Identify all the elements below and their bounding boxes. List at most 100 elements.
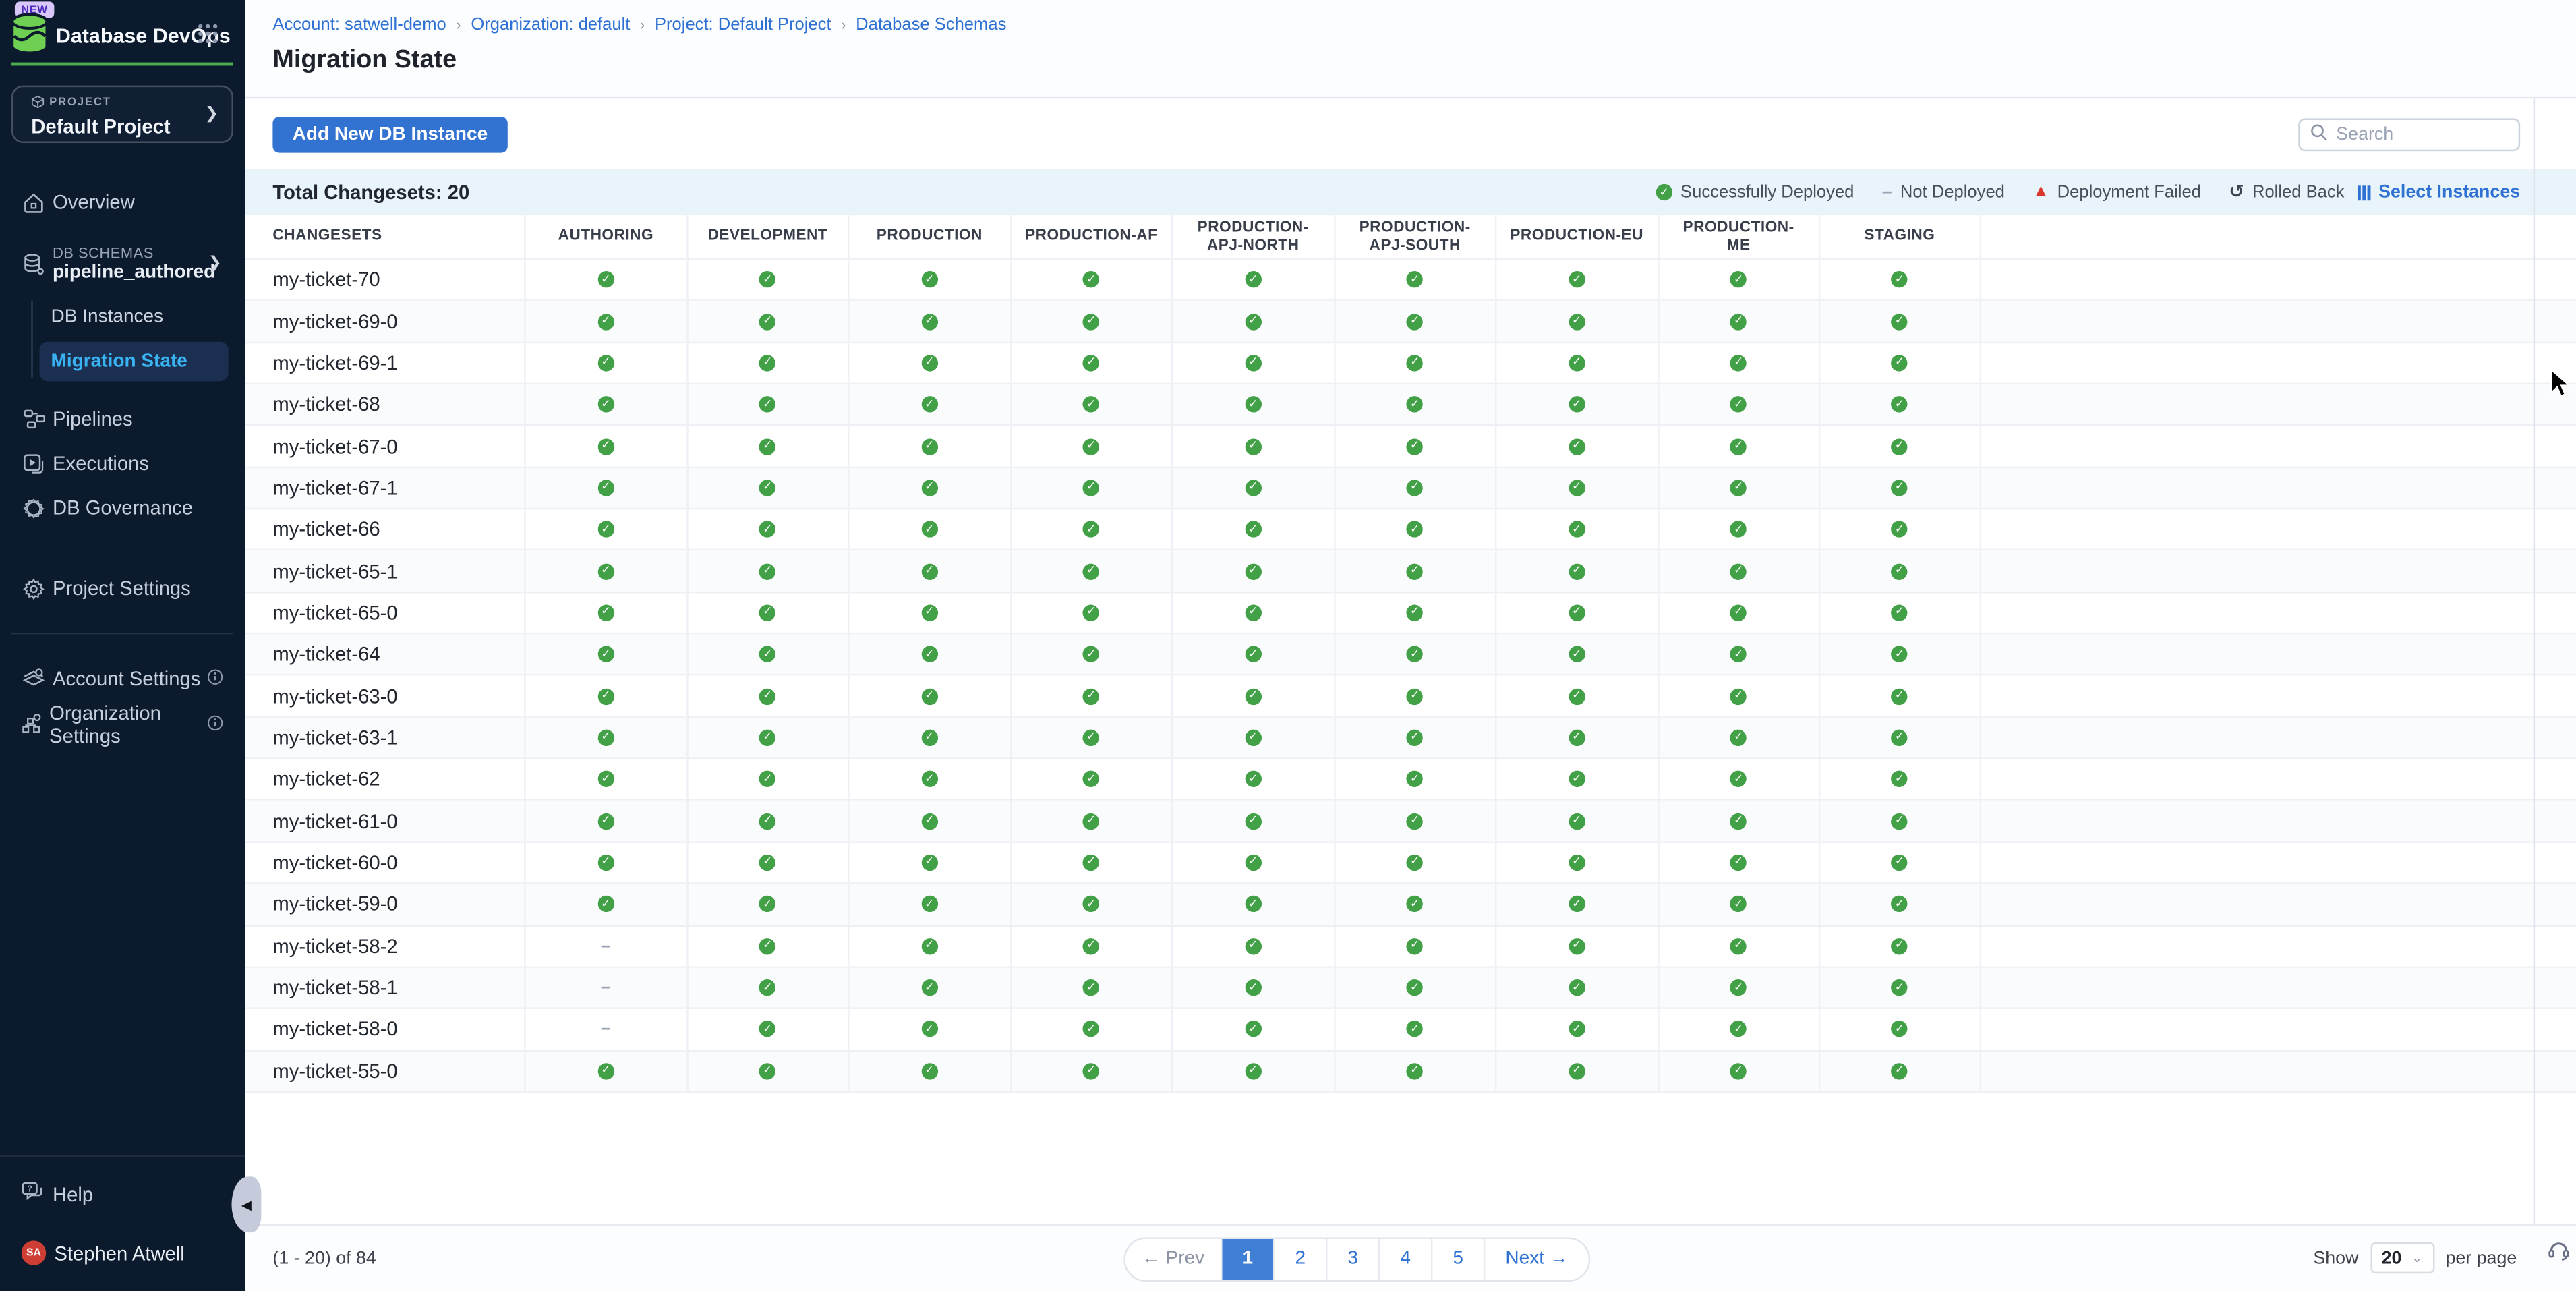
success-check-icon: ✓: [1245, 646, 1261, 662]
app-grid-icon[interactable]: [197, 23, 218, 49]
success-check-icon: ✓: [1245, 813, 1261, 829]
sidebar-item-label: Executions: [53, 452, 149, 475]
success-check-icon: ✓: [1892, 397, 1908, 413]
success-check-icon: ✓: [1892, 813, 1908, 829]
legend-label: Successfully Deployed: [1680, 182, 1854, 202]
success-check-icon: ✓: [1730, 979, 1747, 996]
status-cell: ✓: [1171, 468, 1333, 508]
success-check-icon: ✓: [759, 521, 775, 538]
status-cell: ✓: [1657, 343, 1819, 382]
table-row: my-ticket-62✓✓✓✓✓✓✓✓✓: [245, 759, 2576, 801]
success-check-icon: ✓: [1083, 855, 1099, 871]
sidebar-item-db-instances[interactable]: DB Instances: [0, 297, 245, 338]
breadcrumb-link[interactable]: Project: Default Project: [655, 15, 831, 34]
changeset-name: my-ticket-64: [245, 635, 524, 675]
page-button-1[interactable]: 1: [1221, 1238, 1273, 1280]
legend-label: Rolled Back: [2252, 182, 2345, 202]
table-row: my-ticket-59-0✓✓✓✓✓✓✓✓✓: [245, 884, 2576, 926]
success-check-icon: ✓: [759, 397, 775, 413]
breadcrumb-link[interactable]: Database Schemas: [856, 15, 1006, 34]
success-check-icon: ✓: [1083, 813, 1099, 829]
success-check-icon: ✓: [759, 480, 775, 496]
project-selector[interactable]: PROJECT Default Project ❯: [11, 85, 233, 142]
success-check-icon: ✓: [921, 688, 937, 704]
sidebar-item-db-schemas[interactable]: DB SCHEMAS pipeline_authored ❯: [0, 234, 245, 293]
gear-icon: [22, 578, 47, 600]
sidebar-item-executions[interactable]: Executions: [0, 441, 245, 486]
select-instances-button[interactable]: Select Instances: [2358, 182, 2520, 202]
status-cell: ✓: [1333, 468, 1495, 508]
prev-page-button[interactable]: ← Prev: [1125, 1238, 1221, 1280]
success-check-icon: ✓: [1730, 1063, 1747, 1079]
sidebar-header: NEW Database DevOps: [0, 0, 245, 63]
breadcrumb-link[interactable]: Account: satwell-demo: [272, 15, 446, 34]
status-cell: ✓: [1657, 551, 1819, 591]
avatar: SA: [22, 1241, 47, 1266]
sidebar-item-project-settings[interactable]: Project Settings: [0, 567, 245, 611]
next-page-button[interactable]: Next →: [1484, 1238, 1589, 1280]
status-cell: ✓: [1333, 302, 1495, 341]
page-size-group: Show 20 ⌄ per page: [2313, 1226, 2517, 1291]
success-check-icon: ✓: [1245, 1063, 1261, 1079]
status-cell: ✓: [1333, 801, 1495, 841]
sidebar-item-account-settings[interactable]: Account Settings: [0, 655, 245, 701]
sidebar-item-organization-settings[interactable]: Organization Settings: [0, 701, 245, 747]
account-settings-icon: [22, 667, 47, 689]
status-cell: ✓: [1009, 1009, 1171, 1049]
add-db-instance-button[interactable]: Add New DB Instance: [272, 116, 507, 152]
search-box[interactable]: [2298, 117, 2520, 150]
breadcrumb-link[interactable]: Organization: default: [471, 15, 630, 34]
table-row: my-ticket-70✓✓✓✓✓✓✓✓✓: [245, 260, 2576, 302]
changeset-name: my-ticket-68: [245, 384, 524, 424]
status-cell: –: [524, 926, 686, 966]
sidebar-item-migration-state[interactable]: Migration State: [39, 341, 228, 380]
status-cell: ✓: [524, 302, 686, 341]
status-cell: ✓: [686, 551, 848, 591]
sidebar-item-help[interactable]: ? Help: [0, 1173, 245, 1215]
success-check-icon: ✓: [759, 1021, 775, 1037]
status-cell: ✓: [1171, 593, 1333, 633]
per-page-label: per page: [2445, 1249, 2517, 1268]
status-cell: ✓: [1495, 509, 1657, 549]
success-check-icon: ✓: [1892, 438, 1908, 454]
svg-text:?: ?: [27, 1184, 32, 1193]
search-input[interactable]: [2336, 124, 2509, 144]
changeset-name: my-ticket-59-0: [245, 884, 524, 924]
column-header: DEVELOPMENT: [686, 215, 848, 258]
success-check-icon: ✓: [1730, 480, 1747, 496]
success-check-icon: ✓: [597, 563, 614, 579]
status-cell: ✓: [1333, 260, 1495, 299]
status-cell: ✓: [1495, 968, 1657, 1008]
page-button-4[interactable]: 4: [1378, 1238, 1431, 1280]
page-button-2[interactable]: 2: [1273, 1238, 1326, 1280]
success-check-icon: ✓: [1245, 938, 1261, 954]
main-content: Account: satwell-demo›Organization: defa…: [245, 0, 2576, 1291]
page-button-5[interactable]: 5: [1431, 1238, 1484, 1280]
success-check-icon: ✓: [921, 979, 937, 996]
success-check-icon: ✓: [1407, 438, 1423, 454]
collapse-arrow-icon: ◀: [241, 1197, 252, 1212]
user-menu[interactable]: SA Stephen Atwell: [0, 1229, 245, 1278]
success-check-icon: ✓: [1892, 480, 1908, 496]
success-check-icon: ✓: [1892, 938, 1908, 954]
success-check-icon: ✓: [597, 397, 614, 413]
sidebar-collapse-handle[interactable]: ◀: [232, 1176, 262, 1232]
success-check-icon: ✓: [1245, 896, 1261, 913]
page-button-3[interactable]: 3: [1326, 1238, 1378, 1280]
success-check-icon: ✓: [1892, 1021, 1908, 1037]
executions-play-icon: [22, 453, 47, 474]
success-check-icon: ✓: [759, 271, 775, 287]
sidebar-item-db-governance[interactable]: DB Governance: [0, 486, 245, 530]
sidebar-item-label: Overview: [53, 191, 135, 214]
status-cell: ✓: [1009, 343, 1171, 382]
changeset-name: my-ticket-70: [245, 260, 524, 299]
status-cell: ✓: [686, 302, 848, 341]
page-size-select[interactable]: 20 ⌄: [2370, 1242, 2434, 1273]
table-row: my-ticket-66✓✓✓✓✓✓✓✓✓: [245, 509, 2576, 551]
governance-badge-icon: [22, 497, 47, 519]
sidebar-item-pipelines[interactable]: Pipelines: [0, 397, 245, 442]
rolled-back-icon: ↺: [2229, 183, 2244, 202]
support-headset-icon[interactable]: [2546, 1238, 2571, 1271]
changeset-name: my-ticket-62: [245, 759, 524, 799]
sidebar-item-overview[interactable]: Overview: [0, 180, 245, 225]
